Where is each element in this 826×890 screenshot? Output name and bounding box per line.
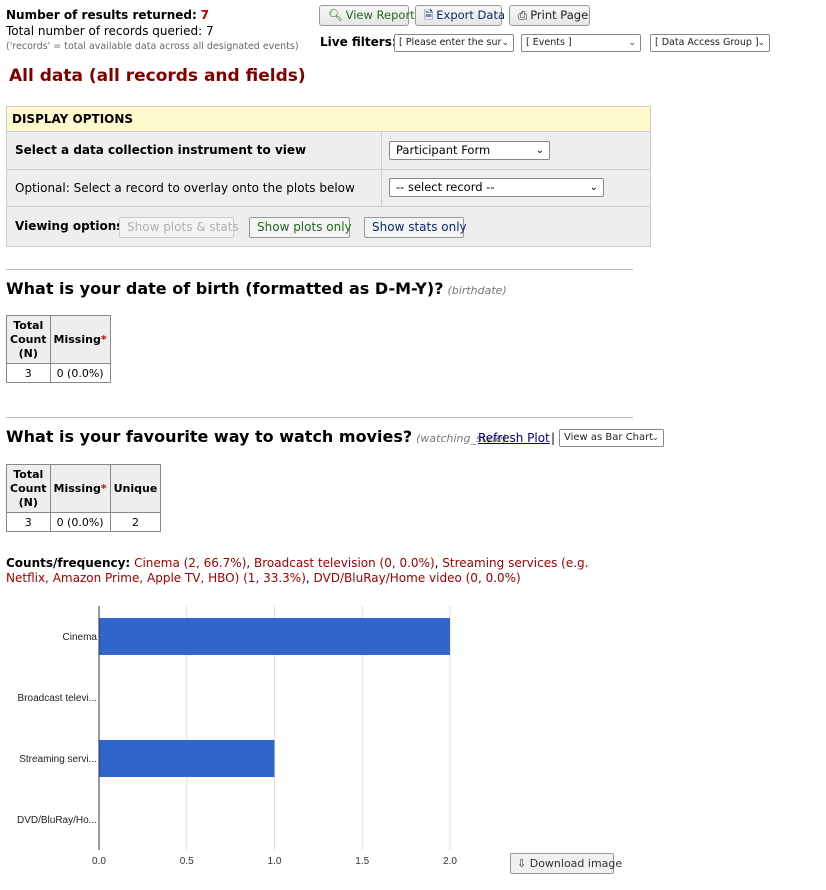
record-select[interactable]: -- select record -- ⌄ — [389, 178, 604, 197]
variable-name: (birthdate) — [447, 284, 507, 297]
missing-header: Missing* — [49, 464, 111, 513]
file-export-icon: 🗎 — [424, 8, 434, 22]
instrument-select[interactable]: Participant Form ⌄ — [389, 141, 550, 160]
bar — [99, 740, 275, 777]
chevron-down-icon: ⌄ — [501, 38, 509, 48]
display-options-panel: DISPLAY OPTIONS Select a data collection… — [6, 106, 651, 247]
unique-cell: 2 — [109, 512, 162, 532]
count-item: Cinema (2, 66.7%) — [134, 556, 247, 570]
page-title: All data (all records and fields) — [9, 66, 306, 86]
total-count-cell: 3 — [6, 363, 51, 383]
download-image-button[interactable]: ⇩ Download image — [510, 853, 622, 874]
missing-cell: 0 (0.0%) — [49, 512, 111, 532]
records-note: ('records' = total available data across… — [6, 41, 299, 52]
category-label: Streaming servi... — [19, 754, 97, 765]
question-title-birthdate: What is your date of birth (formatted as… — [6, 279, 507, 298]
missing-header-text: Missing — [53, 332, 101, 346]
section-divider — [6, 417, 633, 418]
survey-filter-value: [ Please enter the sur — [399, 37, 502, 48]
count-item: Broadcast television (0, 0.0%) — [254, 556, 435, 570]
x-tick-label: 2.0 — [443, 856, 457, 867]
results-returned-value: 7 — [200, 8, 209, 22]
record-label: Optional: Select a record to overlay ont… — [15, 181, 355, 195]
export-data-label: Export Data — [436, 8, 506, 22]
live-filters-label: Live filters: — [320, 35, 397, 49]
missing-cell: 0 (0.0%) — [49, 363, 111, 383]
category-label: Cinema — [63, 632, 98, 643]
viewing-options-row: Viewing options: Show plots & stats Show… — [7, 207, 650, 246]
chevron-down-icon: ⌄ — [589, 182, 598, 193]
chevron-down-icon: ⌄ — [757, 38, 765, 48]
dag-filter-value: [ Data Access Group ] — [655, 37, 759, 48]
view-report-label: View Report — [345, 8, 415, 22]
question-title-watching-style: What is your favourite way to watch movi… — [6, 427, 507, 446]
separator: | — [551, 431, 556, 445]
question-text: What is your favourite way to watch movi… — [6, 427, 413, 446]
records-queried-value: 7 — [206, 24, 214, 38]
print-page-label: Print Page — [530, 8, 589, 22]
chart-type-value: View as Bar Chart — [564, 432, 654, 443]
chart-type-select[interactable]: View as Bar Chart ⌄ — [559, 429, 664, 447]
count-item: DVD/BluRay/Home video (0, 0.0%) — [313, 571, 521, 585]
category-label: DVD/BluRay/Ho... — [17, 815, 97, 826]
chevron-down-icon: ⌄ — [535, 145, 544, 156]
total-count-cell: 3 — [6, 512, 51, 532]
show-plots-stats-button[interactable]: Show plots & stats — [119, 217, 239, 238]
category-label: Broadcast televi... — [18, 693, 97, 704]
bar — [99, 618, 450, 655]
missing-header: Missing* — [49, 315, 111, 364]
x-tick-label: 1.5 — [355, 856, 369, 867]
survey-filter-select[interactable]: [ Please enter the sur ⌄ — [394, 34, 514, 52]
section-divider — [6, 269, 633, 270]
bar-chart: 0.0 0.5 1.0 1.5 2.0 Cinema Broadcast televi...… — [17, 606, 457, 867]
counts-frequency: Counts/frequency: Cinema (2, 66.7%), Bro… — [6, 556, 589, 585]
total-count-header: Total Count (N) — [6, 464, 51, 513]
birthdate-stats-table: Total Count (N) Missing* 3 0 (0.0%) — [6, 315, 111, 383]
x-tick-label: 0.5 — [180, 856, 194, 867]
results-returned-label: Number of results returned: — [6, 8, 197, 22]
printer-icon: ⎙ — [518, 8, 528, 22]
print-page-button[interactable]: ⎙ Print Page — [509, 5, 590, 26]
x-tick-label: 1.0 — [268, 856, 282, 867]
unique-header: Unique — [109, 464, 162, 513]
total-count-header: Total Count (N) — [6, 315, 51, 364]
events-filter-select[interactable]: [ Events ] ⌄ — [521, 34, 641, 52]
watching-style-stats-table: Total Count (N) Missing* Unique 3 0 (0.0… — [6, 464, 162, 532]
chevron-down-icon: ⌄ — [628, 38, 636, 48]
instrument-row: Select a data collection instrument to v… — [7, 132, 650, 170]
x-tick-label: 0.0 — [92, 856, 106, 867]
refresh-plot-link[interactable]: Refresh Plot — [478, 431, 550, 445]
records-queried-label: Total number of records queried: — [6, 24, 203, 38]
download-icon: ⇩ — [517, 857, 527, 870]
counts-label: Counts/frequency: — [6, 556, 131, 570]
instrument-select-value: Participant Form — [396, 143, 491, 157]
divider — [381, 170, 382, 206]
divider — [381, 132, 382, 169]
search-icon: 🔍︎ — [328, 8, 343, 22]
viewing-options-label: Viewing options: — [15, 219, 129, 233]
instrument-label: Select a data collection instrument to v… — [15, 143, 307, 157]
record-row: Optional: Select a record to overlay ont… — [7, 170, 650, 207]
export-data-button[interactable]: 🗎 Export Data — [415, 5, 506, 26]
record-select-value: -- select record -- — [396, 180, 495, 194]
events-filter-value: [ Events ] — [526, 37, 572, 48]
display-options-heading: DISPLAY OPTIONS — [7, 107, 650, 132]
show-stats-only-button[interactable]: Show stats only — [364, 217, 467, 238]
chevron-down-icon: ⌄ — [651, 433, 659, 443]
show-plots-only-button[interactable]: Show plots only — [249, 217, 352, 238]
missing-header-text: Missing — [53, 481, 101, 495]
results-summary: Number of results returned: 7 Total numb… — [6, 7, 299, 55]
view-report-button[interactable]: 🔍︎ View Report — [319, 5, 415, 26]
question-text: What is your date of birth (formatted as… — [6, 279, 444, 298]
download-image-label: Download image — [529, 857, 623, 870]
dag-filter-select[interactable]: [ Data Access Group ] ⌄ — [650, 34, 770, 52]
